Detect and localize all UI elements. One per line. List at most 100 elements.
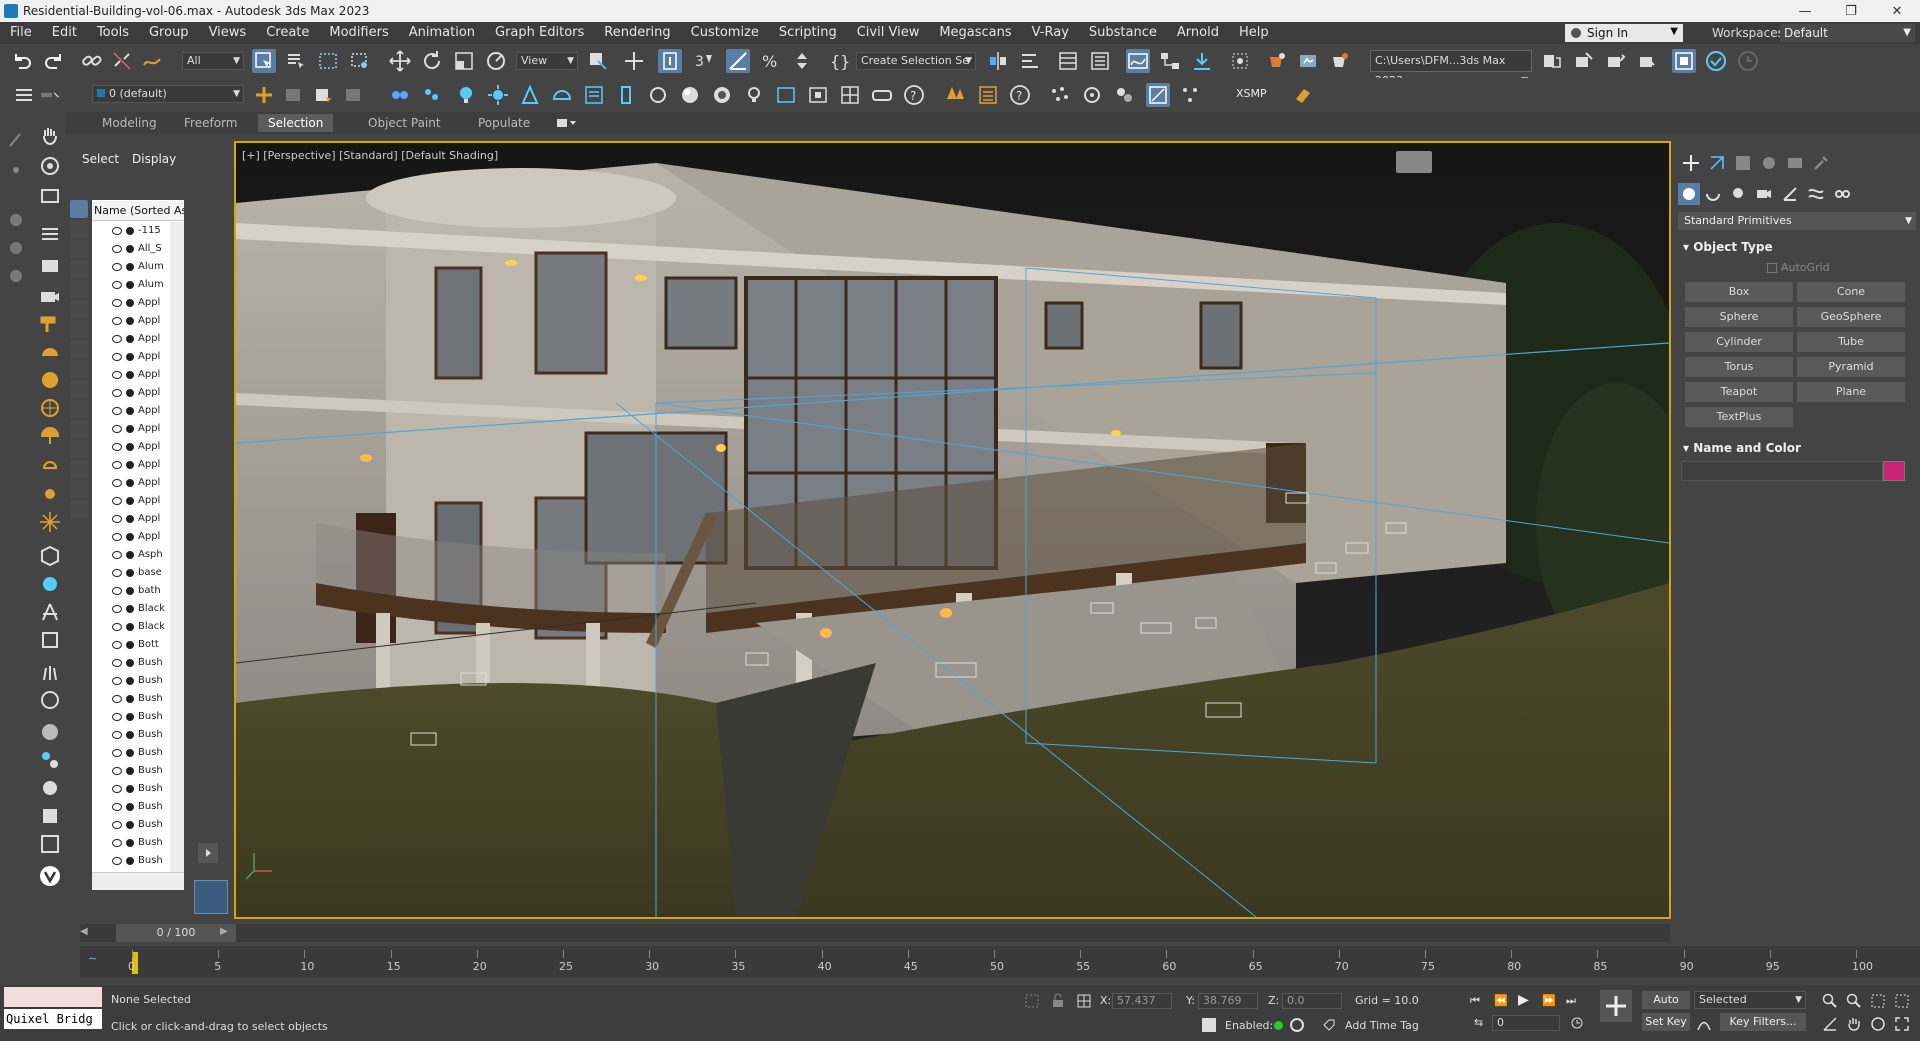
minimize-icon[interactable]: —	[1782, 0, 1828, 22]
shapes-category-icon[interactable]	[1704, 185, 1722, 203]
sign-in-button[interactable]: Sign In ▼	[1565, 24, 1683, 42]
explorer-list-icon[interactable]	[38, 222, 62, 246]
sync-icon[interactable]	[1672, 49, 1696, 73]
render-toggle-icon[interactable]	[126, 767, 134, 775]
render-toggle-icon[interactable]	[126, 749, 134, 757]
zoom-all-icon[interactable]	[1846, 993, 1862, 1009]
filter-toggle-icon[interactable]	[70, 320, 88, 338]
z-coordinate-field[interactable]: 0.0	[1282, 993, 1342, 1009]
render-toggle-icon[interactable]	[126, 659, 134, 667]
visibility-eye-icon[interactable]	[112, 227, 122, 235]
visibility-eye-icon[interactable]	[112, 389, 122, 397]
visibility-eye-icon[interactable]	[112, 551, 122, 559]
cylinder-button[interactable]: Cylinder	[1685, 332, 1793, 352]
visibility-eye-icon[interactable]	[112, 317, 122, 325]
percent-snap-icon[interactable]: %	[758, 49, 782, 73]
object-type-section-title[interactable]: ▾ Object Type	[1683, 240, 1773, 254]
filter-toggle-icon[interactable]	[70, 480, 88, 498]
set-key-button[interactable]: Set Key	[1642, 1013, 1690, 1031]
snap-dot-2-icon[interactable]	[4, 236, 28, 260]
maximize-viewport-icon[interactable]	[1894, 1016, 1910, 1032]
autogrid-checkbox[interactable]: AutoGrid	[1767, 261, 1830, 274]
visibility-eye-icon[interactable]	[112, 785, 122, 793]
pan-view-icon[interactable]	[1846, 1016, 1862, 1032]
explorer-tab-display[interactable]: Display	[132, 152, 176, 166]
workspace-dropdown[interactable]: Default ▼	[1780, 24, 1915, 42]
systems-category-icon[interactable]	[1833, 185, 1851, 203]
sphere-button[interactable]: Sphere	[1685, 307, 1793, 327]
umbrella-icon[interactable]	[38, 424, 62, 448]
save-file-icon[interactable]	[1604, 49, 1628, 73]
render-toggle-icon[interactable]	[126, 479, 134, 487]
select-object-icon[interactable]	[252, 49, 276, 73]
torus-button[interactable]: Torus	[1685, 357, 1793, 377]
visibility-eye-icon[interactable]	[112, 695, 122, 703]
snap-dot-icon[interactable]	[4, 208, 28, 232]
render-toggle-icon[interactable]	[126, 605, 134, 613]
filter-toggle-icon[interactable]	[70, 300, 88, 318]
forest-list-icon[interactable]	[976, 83, 1000, 107]
render-production-icon[interactable]	[1296, 49, 1320, 73]
render-toggle-icon[interactable]	[126, 263, 134, 271]
curve-editor-icon[interactable]	[1126, 49, 1150, 73]
fur-icon[interactable]	[646, 83, 670, 107]
visibility-eye-icon[interactable]	[112, 605, 122, 613]
stack-icon[interactable]	[38, 628, 62, 652]
rendered-frame-window-icon[interactable]	[1264, 49, 1288, 73]
visibility-eye-icon[interactable]	[112, 461, 122, 469]
cube-icon[interactable]	[38, 544, 62, 568]
visibility-eye-icon[interactable]	[112, 749, 122, 757]
primitive-category-dropdown[interactable]: Standard Primitives ▼	[1678, 212, 1916, 230]
auto-key-button[interactable]: Auto Key	[1642, 991, 1690, 1024]
visibility-eye-icon[interactable]	[112, 857, 122, 865]
sphere-gray-icon[interactable]	[38, 720, 62, 744]
filter-toggle-icon[interactable]	[70, 380, 88, 398]
filter-toggle-icon[interactable]	[70, 220, 88, 238]
time-config-icon[interactable]	[1570, 1016, 1584, 1030]
material-editor-icon[interactable]	[1190, 49, 1214, 73]
modify-tab-icon[interactable]	[1707, 153, 1727, 173]
visibility-eye-icon[interactable]	[112, 353, 122, 361]
zoom-icon[interactable]	[1822, 993, 1838, 1009]
zoom-extents-all-icon[interactable]	[1894, 993, 1910, 1009]
geosphere-icon[interactable]	[38, 396, 62, 420]
render-toggle-icon[interactable]	[126, 281, 134, 289]
add-to-layer-icon[interactable]	[282, 83, 306, 107]
box-button[interactable]: Box	[1685, 282, 1793, 302]
track-bar[interactable]: ∼ 0 5 10 15 20 25 30 35 40 45 50 55 60 65 70 75 80 85 90 95…	[80, 946, 1920, 978]
render-toggle-icon[interactable]	[126, 299, 134, 307]
sun-icon[interactable]	[38, 482, 62, 506]
layers-icon[interactable]	[12, 83, 36, 107]
help-icon[interactable]: ?	[902, 83, 926, 107]
ribbon-options-icon[interactable]	[556, 117, 576, 129]
menu-animation[interactable]: Animation	[399, 22, 485, 44]
render-toggle-icon[interactable]	[126, 227, 134, 235]
render-toggle-icon[interactable]	[126, 497, 134, 505]
tab-freeform[interactable]: Freeform	[174, 114, 247, 132]
grid-icon[interactable]	[838, 83, 862, 107]
menu-edit[interactable]: Edit	[42, 22, 87, 44]
visibility-eye-icon[interactable]	[112, 263, 122, 271]
tab-selection[interactable]: Selection	[258, 114, 334, 132]
menu-views[interactable]: Views	[199, 22, 257, 44]
tab-populate[interactable]: Populate	[468, 114, 540, 132]
viewcube-icon[interactable]	[1396, 151, 1432, 173]
menu-customize[interactable]: Customize	[681, 22, 769, 44]
sphere-orange-icon[interactable]	[38, 368, 62, 392]
visibility-eye-icon[interactable]	[112, 839, 122, 847]
helpers-category-icon[interactable]	[1781, 185, 1799, 203]
cameras-category-icon[interactable]	[1755, 185, 1773, 203]
tripod-icon[interactable]	[38, 600, 62, 624]
goto-end-icon[interactable]: ⏭	[1566, 994, 1582, 1008]
menu-modifiers[interactable]: Modifiers	[319, 22, 398, 44]
vray-disabled-icon[interactable]	[1736, 49, 1760, 73]
visibility-eye-icon[interactable]	[112, 821, 122, 829]
absolute-mode-icon[interactable]	[1076, 993, 1092, 1009]
selection-filter-dropdown[interactable]: All ▼	[182, 52, 244, 70]
visibility-eye-icon[interactable]	[112, 677, 122, 685]
filter-toggle-icon[interactable]	[70, 280, 88, 298]
render-toggle-icon[interactable]	[126, 857, 134, 865]
mirror-icon[interactable]	[986, 49, 1010, 73]
undo-icon[interactable]	[10, 49, 34, 73]
viewport-label[interactable]: [+] [Perspective] [Standard] [Default Sh…	[242, 149, 498, 162]
